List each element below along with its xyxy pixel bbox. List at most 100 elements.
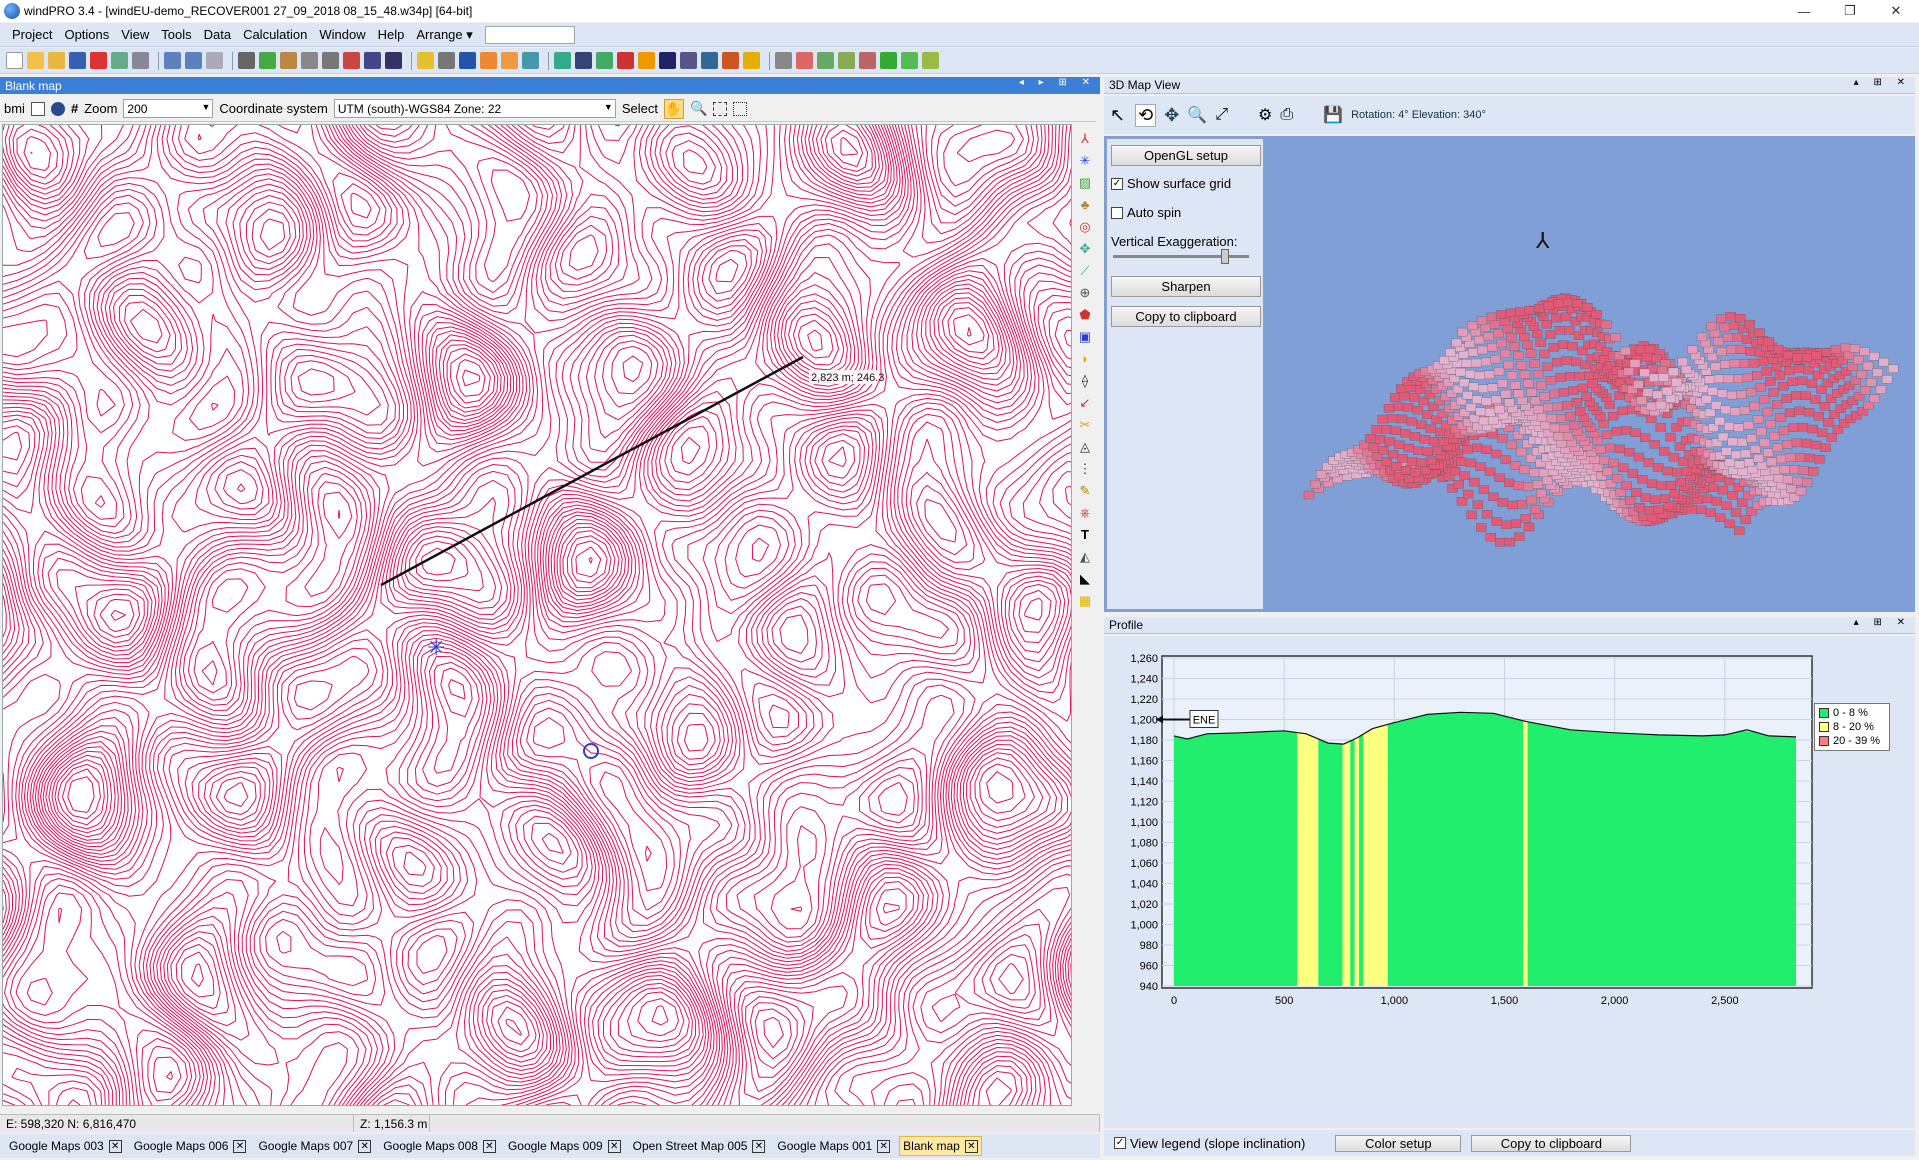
menu-data[interactable]: Data (198, 27, 237, 42)
decibel-icon[interactable] (480, 52, 497, 69)
menu-window[interactable]: Window (313, 27, 371, 42)
object-list-icon[interactable] (238, 52, 255, 69)
tab-google-maps-009[interactable]: Google Maps 009 ✕ (505, 1137, 624, 1155)
radar-icon[interactable]: ⊕ (1078, 286, 1092, 300)
undo-icon[interactable] (164, 52, 181, 69)
arrow-icon[interactable]: ↙ (1078, 396, 1092, 410)
new-file-icon[interactable] (6, 52, 23, 69)
panel-controls[interactable]: ◂ ▸ ⊞ ✕ (1019, 77, 1096, 88)
meteo-icon[interactable]: ✳ (1078, 154, 1092, 168)
tab-google-maps-008[interactable]: Google Maps 008 ✕ (380, 1137, 499, 1155)
bmi-button[interactable]: bmi (4, 101, 25, 116)
camera-icon[interactable] (680, 52, 697, 69)
menu-tools[interactable]: Tools (155, 27, 197, 42)
target-icon[interactable]: ◎ (1078, 220, 1092, 234)
hatch-icon[interactable]: ▨ (1078, 176, 1092, 190)
refresh-icon[interactable] (775, 52, 792, 69)
layer-icon[interactable] (259, 52, 276, 69)
print-icon[interactable]: ⎙ (1280, 106, 1293, 124)
book-icon[interactable] (343, 52, 360, 69)
data-icon[interactable] (280, 52, 297, 69)
coordinate-system-combo[interactable]: UTM (south)-WGS84 Zone: 22 ▼ (333, 99, 616, 118)
close-icon[interactable]: ✕ (233, 1139, 247, 1153)
redo-icon[interactable] (185, 52, 202, 69)
shadow-icon[interactable] (501, 52, 518, 69)
image-icon[interactable] (596, 52, 613, 69)
op-icon[interactable] (743, 52, 760, 69)
settings-icon[interactable]: ⚙ (1258, 105, 1272, 125)
export-icon[interactable] (817, 52, 834, 69)
view-legend-checkbox[interactable]: ✓ (1114, 1137, 1126, 1149)
pyramid-icon[interactable]: ◬ (1078, 440, 1092, 454)
restore-button[interactable]: ❐ (1827, 0, 1873, 22)
save-icon[interactable] (69, 52, 86, 69)
tab-google-maps-001[interactable]: Google Maps 001 ✕ (774, 1137, 893, 1155)
pointer-icon[interactable]: ↖ (1110, 105, 1125, 126)
save-icon[interactable]: 💾 (1323, 105, 1343, 125)
close-button[interactable]: ✕ (1873, 0, 1919, 22)
grid-icon[interactable] (617, 52, 634, 69)
vertical-exaggeration-slider[interactable] (1113, 249, 1249, 264)
contour-map-canvas[interactable]: 2,823 m; 246.3 ✳ (2, 124, 1072, 1106)
open-folder-icon[interactable] (48, 52, 65, 69)
fit-view-icon[interactable]: ⤢ (1215, 106, 1228, 124)
map-icon[interactable] (575, 52, 592, 69)
move-icon[interactable]: ✥ (1164, 105, 1179, 126)
show-surface-grid-checkbox[interactable]: ✓ Show surface grid (1111, 176, 1259, 191)
cluster-icon[interactable]: ♣ (1078, 198, 1092, 212)
line-icon[interactable]: ⟠ (1078, 374, 1092, 388)
turbine-icon[interactable]: ⅄ (1078, 132, 1092, 146)
tab-blank-map[interactable]: Blank map ✕ (899, 1136, 982, 1156)
minimize-button[interactable]: — (1781, 0, 1827, 22)
tree-icon[interactable] (880, 52, 897, 69)
tab-open-street-map-005[interactable]: Open Street Map 005 ✕ (630, 1137, 769, 1155)
magnifier-icon[interactable]: 🔍 (690, 100, 707, 117)
redo-disabled-icon[interactable] (206, 52, 223, 69)
user-icon[interactable] (859, 52, 876, 69)
opengl-setup-button[interactable]: OpenGL setup (1111, 145, 1261, 166)
compass-icon[interactable]: ✥ (1078, 242, 1092, 256)
copy-to-clipboard-button[interactable]: Copy to clipboard (1111, 306, 1261, 327)
printer-icon[interactable] (438, 52, 455, 69)
tab-google-maps-007[interactable]: Google Maps 007 ✕ (255, 1137, 374, 1155)
help-icon[interactable] (922, 52, 939, 69)
menu-arrange[interactable]: Arrange ▾ (410, 27, 478, 43)
sphere-icon[interactable] (659, 52, 676, 69)
zoom-icon[interactable]: 🔍 (1187, 105, 1207, 125)
ruler-grid-icon[interactable]: ▦ (1078, 594, 1092, 608)
pencil-icon[interactable]: ✎ (1078, 484, 1092, 498)
hand-pan-icon[interactable]: ✋ (663, 98, 684, 119)
preview-icon[interactable] (132, 52, 149, 69)
copy-to-clipboard-button[interactable]: Copy to clipboard (1471, 1134, 1632, 1152)
import-icon[interactable] (838, 52, 855, 69)
photo-point-icon[interactable]: ◭ (1078, 550, 1092, 564)
dxf-icon[interactable]: ⎈ (1078, 506, 1092, 520)
panel-controls[interactable]: ▴ ⊞ ✕ (1854, 77, 1911, 88)
globe-download-icon[interactable] (385, 52, 402, 69)
menu-options[interactable]: Options (58, 27, 115, 42)
menu-help[interactable]: Help (372, 27, 411, 42)
close-icon[interactable]: ✕ (482, 1139, 496, 1153)
close-icon[interactable]: ✕ (877, 1139, 891, 1153)
electric-icon[interactable] (722, 52, 739, 69)
rotate-icon[interactable]: ⟲ (1135, 103, 1157, 127)
grid-points-icon[interactable]: ⋮ (1078, 462, 1092, 476)
energy-icon[interactable] (459, 52, 476, 69)
arrange-combo[interactable] (484, 25, 575, 44)
close-icon[interactable]: ✕ (752, 1139, 766, 1153)
zoom-combo[interactable]: 200 ▼ (123, 99, 214, 118)
close-icon[interactable]: ✕ (607, 1139, 621, 1153)
grid-icon[interactable]: # (71, 101, 78, 116)
area-icon[interactable]: ⬟ (1078, 308, 1092, 322)
tab-google-maps-006[interactable]: Google Maps 006 ✕ (131, 1137, 250, 1155)
settings-icon[interactable] (901, 52, 918, 69)
copy-map-icon[interactable] (30, 101, 45, 116)
sharpen-button[interactable]: Sharpen (1111, 276, 1261, 297)
table-icon[interactable] (301, 52, 318, 69)
scissors-icon[interactable]: ✂ (1078, 418, 1092, 432)
calendar-icon[interactable] (796, 52, 813, 69)
new-project-icon[interactable] (27, 52, 44, 69)
auto-spin-checkbox[interactable]: Auto spin (1111, 205, 1259, 220)
globe-icon[interactable] (364, 52, 381, 69)
visual-icon[interactable] (522, 52, 539, 69)
